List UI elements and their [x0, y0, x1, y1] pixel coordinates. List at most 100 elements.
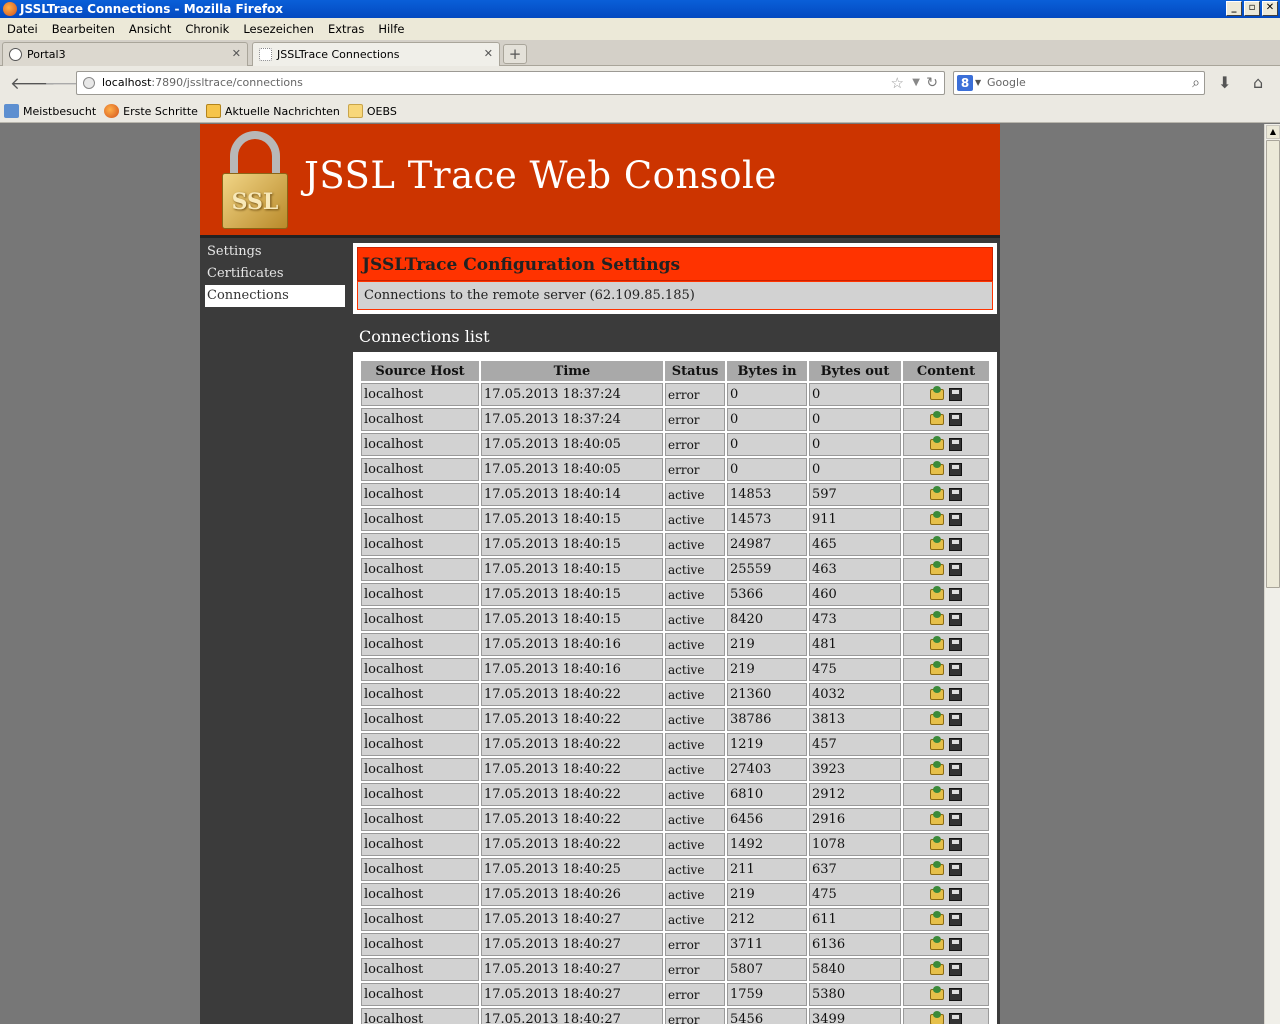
open-content-icon[interactable]: [930, 986, 944, 1000]
bookmark-erste-schritte[interactable]: Erste Schritte: [104, 104, 198, 118]
open-content-icon[interactable]: [930, 711, 944, 725]
url-dropdown-icon[interactable]: ▼: [912, 72, 920, 94]
reload-icon[interactable]: ↻: [926, 72, 938, 94]
search-bar[interactable]: 8 ▼ Google ⌕: [953, 71, 1205, 95]
close-button[interactable]: ✕: [1262, 1, 1278, 16]
open-content-icon[interactable]: [930, 1011, 944, 1024]
open-content-icon[interactable]: [930, 511, 944, 525]
save-content-icon[interactable]: [949, 488, 962, 501]
menu-hilfe[interactable]: Hilfe: [378, 22, 404, 36]
bookmark-star-icon[interactable]: ☆: [891, 72, 904, 94]
save-content-icon[interactable]: [949, 613, 962, 626]
google-engine-icon[interactable]: 8: [957, 75, 973, 91]
open-content-icon[interactable]: [930, 636, 944, 650]
cell-time: 17.05.2013 18:40:22: [481, 758, 663, 781]
open-content-icon[interactable]: [930, 836, 944, 850]
save-content-icon[interactable]: [949, 563, 962, 576]
save-content-icon[interactable]: [949, 963, 962, 976]
save-content-icon[interactable]: [949, 413, 962, 426]
save-content-icon[interactable]: [949, 738, 962, 751]
open-content-icon[interactable]: [930, 536, 944, 550]
open-content-icon[interactable]: [930, 411, 944, 425]
tab-close-icon[interactable]: ✕: [232, 47, 241, 60]
restore-button[interactable]: ▫: [1244, 1, 1260, 16]
save-content-icon[interactable]: [949, 988, 962, 1001]
vertical-scrollbar[interactable]: ▲: [1264, 124, 1280, 1024]
cell-status: active: [665, 883, 725, 906]
save-content-icon[interactable]: [949, 863, 962, 876]
save-content-icon[interactable]: [949, 638, 962, 651]
save-content-icon[interactable]: [949, 763, 962, 776]
open-content-icon[interactable]: [930, 886, 944, 900]
cell-bytes-in: 0: [727, 433, 807, 456]
open-content-icon[interactable]: [930, 911, 944, 925]
menu-datei[interactable]: Datei: [7, 22, 38, 36]
tab-portal3[interactable]: Portal3 ✕: [2, 42, 248, 66]
save-content-icon[interactable]: [949, 788, 962, 801]
save-content-icon[interactable]: [949, 838, 962, 851]
open-content-icon[interactable]: [930, 486, 944, 500]
open-content-icon[interactable]: [930, 686, 944, 700]
cell-bytes-out: 2916: [809, 808, 901, 831]
save-content-icon[interactable]: [949, 588, 962, 601]
cell-status: error: [665, 408, 725, 431]
menu-chronik[interactable]: Chronik: [185, 22, 229, 36]
open-content-icon[interactable]: [930, 861, 944, 875]
open-content-icon[interactable]: [930, 961, 944, 975]
save-content-icon[interactable]: [949, 538, 962, 551]
search-icon[interactable]: ⌕: [1192, 72, 1200, 94]
save-content-icon[interactable]: [949, 463, 962, 476]
tab-jssltrace-connections[interactable]: JSSLTrace Connections ✕: [252, 42, 500, 66]
save-content-icon[interactable]: [949, 688, 962, 701]
save-content-icon[interactable]: [949, 388, 962, 401]
bookmark-meistbesucht[interactable]: Meistbesucht: [4, 104, 96, 118]
open-content-icon[interactable]: [930, 761, 944, 775]
save-content-icon[interactable]: [949, 713, 962, 726]
scroll-thumb[interactable]: [1266, 140, 1280, 588]
save-content-icon[interactable]: [949, 1013, 962, 1024]
cell-status: error: [665, 933, 725, 956]
save-content-icon[interactable]: [949, 438, 962, 451]
open-content-icon[interactable]: [930, 586, 944, 600]
minimize-button[interactable]: _: [1226, 1, 1242, 16]
site-identity-icon[interactable]: [83, 77, 95, 89]
url-host: localhost: [102, 76, 152, 89]
open-content-icon[interactable]: [930, 436, 944, 450]
url-bar[interactable]: localhost:7890/jssltrace/connections ☆ ▼…: [76, 71, 945, 95]
open-content-icon[interactable]: [930, 661, 944, 675]
menu-lesezeichen[interactable]: Lesezeichen: [243, 22, 314, 36]
save-content-icon[interactable]: [949, 813, 962, 826]
save-content-icon[interactable]: [949, 888, 962, 901]
open-content-icon[interactable]: [930, 611, 944, 625]
cell-bytes-in: 38786: [727, 708, 807, 731]
cell-status: active: [665, 858, 725, 881]
open-content-icon[interactable]: [930, 936, 944, 950]
save-content-icon[interactable]: [949, 938, 962, 951]
save-content-icon[interactable]: [949, 663, 962, 676]
engine-dropdown-icon[interactable]: ▼: [975, 72, 981, 94]
home-icon[interactable]: ⌂: [1253, 73, 1263, 92]
new-tab-button[interactable]: +: [503, 44, 527, 64]
sidebar-item-settings[interactable]: Settings: [205, 241, 345, 263]
open-content-icon[interactable]: [930, 811, 944, 825]
cell-source-host: localhost: [361, 758, 479, 781]
save-content-icon[interactable]: [949, 513, 962, 526]
bookmark-aktuelle-nachrichten[interactable]: Aktuelle Nachrichten: [205, 104, 340, 118]
tab-close-icon[interactable]: ✕: [484, 47, 493, 60]
open-content-icon[interactable]: [930, 461, 944, 475]
menu-bearbeiten[interactable]: Bearbeiten: [52, 22, 115, 36]
cell-status: active: [665, 658, 725, 681]
open-content-icon[interactable]: [930, 561, 944, 575]
open-content-icon[interactable]: [930, 736, 944, 750]
open-content-icon[interactable]: [930, 786, 944, 800]
save-content-icon[interactable]: [949, 913, 962, 926]
sidebar-item-certificates[interactable]: Certificates: [205, 263, 345, 285]
bookmark-oebs[interactable]: OEBS: [347, 104, 397, 118]
scroll-up-arrow-icon[interactable]: ▲: [1266, 125, 1280, 139]
cell-source-host: localhost: [361, 558, 479, 581]
menu-ansicht[interactable]: Ansicht: [129, 22, 171, 36]
menu-extras[interactable]: Extras: [328, 22, 364, 36]
open-content-icon[interactable]: [930, 386, 944, 400]
sidebar-item-connections[interactable]: Connections: [205, 285, 345, 307]
download-icon[interactable]: ⬇: [1218, 73, 1231, 92]
